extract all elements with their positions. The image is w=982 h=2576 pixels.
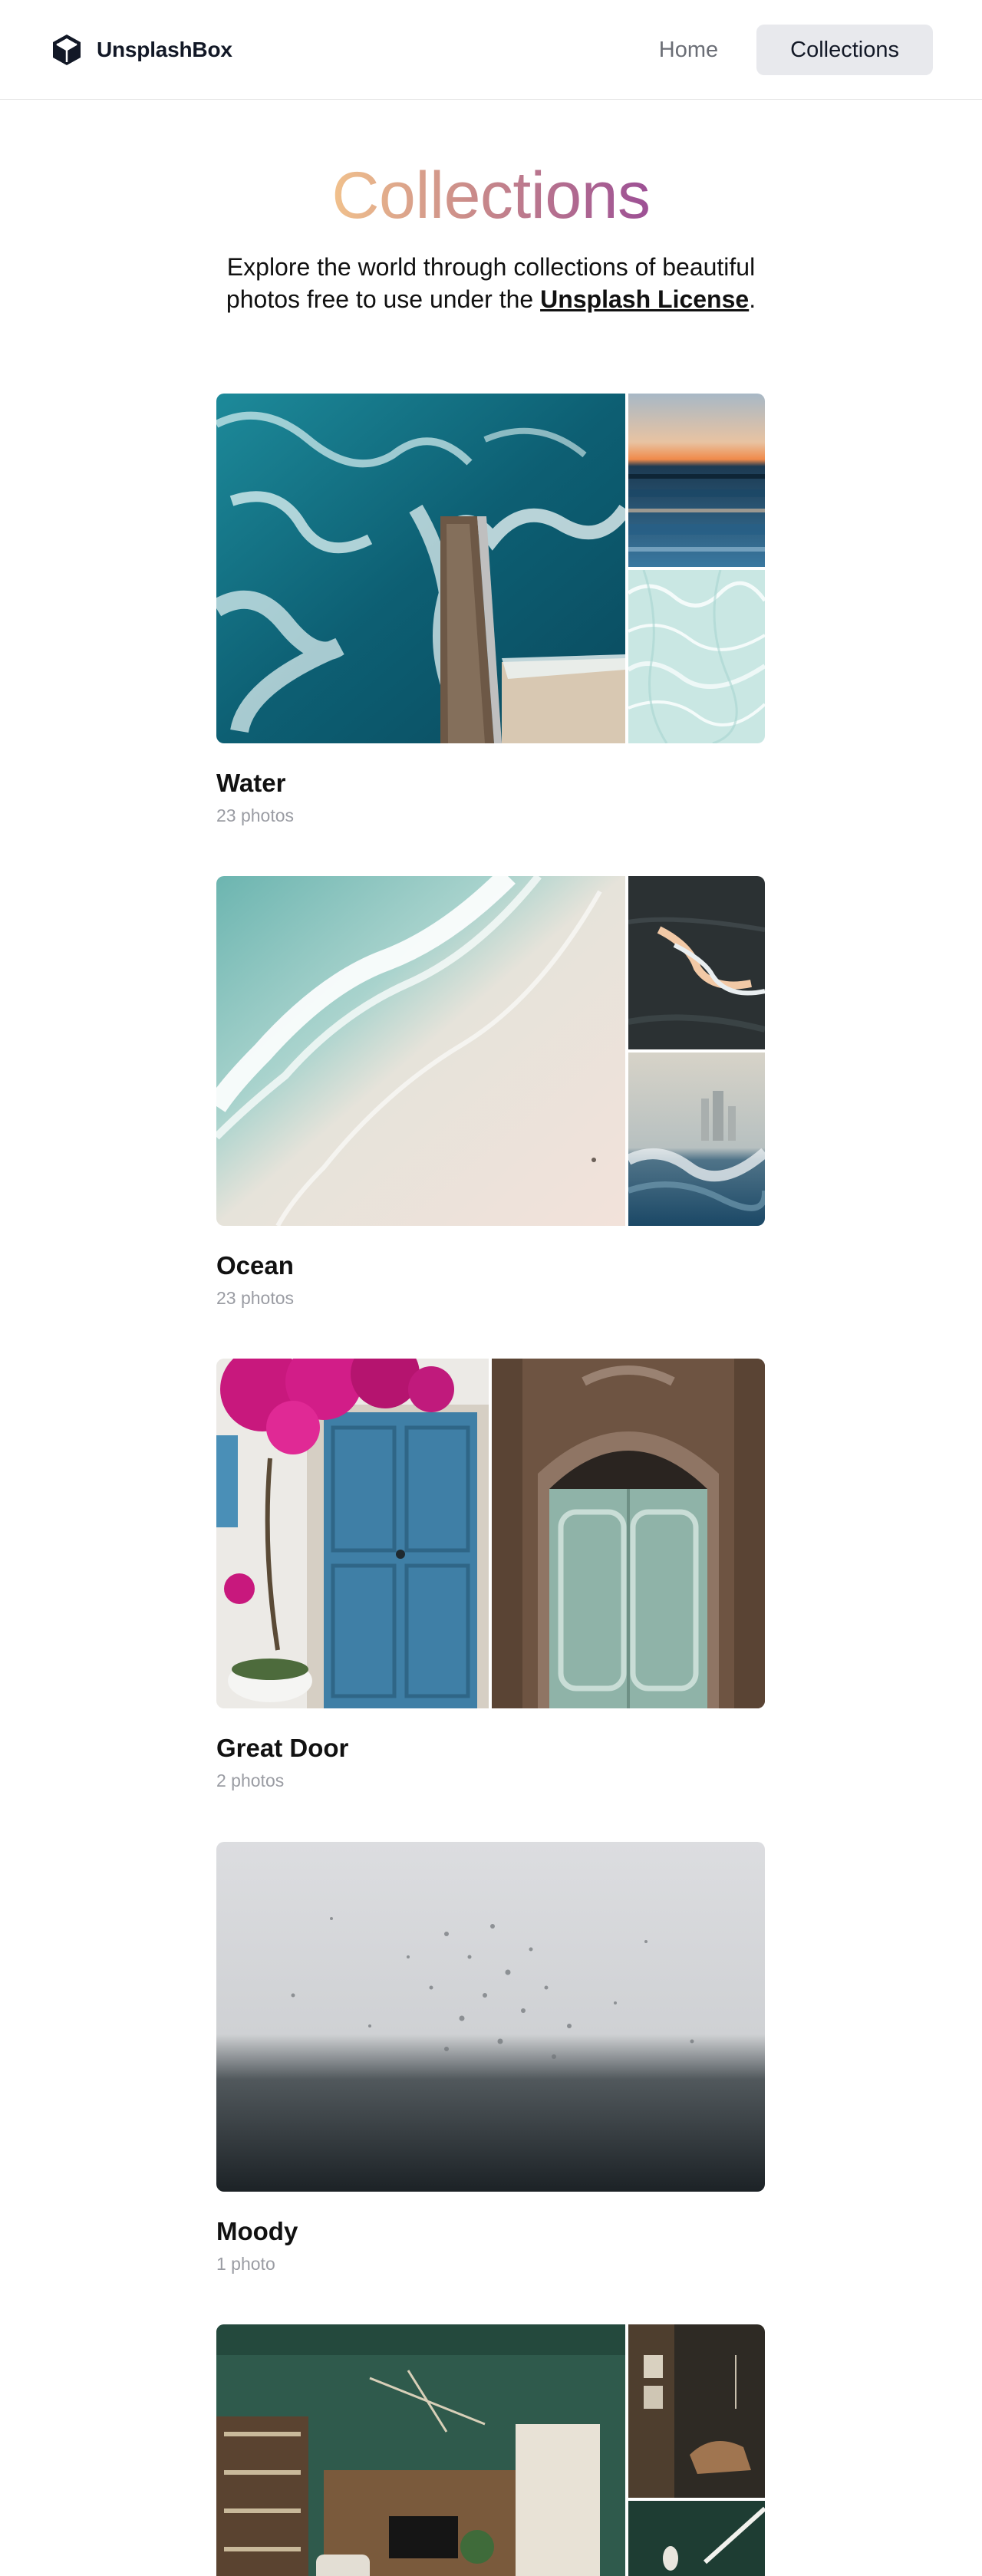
collection-card-moody[interactable]: Moody 1 photo: [216, 1842, 765, 2275]
page-title: Collections: [331, 159, 651, 232]
cube-logo-icon: [53, 35, 81, 65]
nav-home[interactable]: Home: [625, 25, 752, 75]
city-ocean-spray-photo: [628, 1052, 765, 1226]
logo-link[interactable]: UnsplashBox: [49, 32, 232, 68]
collection-photo-count: 2 photos: [216, 1771, 285, 1790]
collection-title[interactable]: Moody: [216, 2216, 765, 2247]
collection-mosaic[interactable]: [216, 2324, 765, 2576]
collection-mosaic[interactable]: [216, 876, 765, 1226]
green-living-room-photo: [216, 2324, 625, 2576]
collection-title[interactable]: Great Door: [216, 1733, 765, 1764]
ornate-green-door-photo: [492, 1359, 765, 1708]
collection-title[interactable]: Ocean: [216, 1250, 765, 1281]
nav-collections[interactable]: Collections: [756, 25, 933, 75]
collection-photo-count: 1 photo: [216, 2254, 275, 2274]
aerial-beach-wave-photo: [216, 876, 625, 1226]
hero-section: Collections Explore the world through co…: [0, 157, 982, 315]
clear-water-ripples-photo: [628, 570, 765, 743]
main-nav: Home Collections: [621, 25, 933, 75]
collection-mosaic[interactable]: [216, 1359, 765, 1708]
blue-door-bougainvillea-photo: [216, 1359, 489, 1708]
collection-card-interior[interactable]: [216, 2324, 765, 2576]
collection-card-water[interactable]: Water 23 photos: [216, 394, 765, 826]
site-header: UnsplashBox Home Collections: [0, 0, 982, 100]
collection-title[interactable]: Water: [216, 768, 765, 799]
dark-wave-crest-photo: [628, 876, 765, 1049]
rain-drops-window-photo: [216, 1842, 765, 2192]
collection-mosaic[interactable]: [216, 1842, 765, 2192]
collection-photo-count: 23 photos: [216, 805, 295, 825]
dark-interior-chair-photo: [628, 2324, 765, 2498]
sunset-sea-horizon-photo: [628, 394, 765, 567]
green-wall-lamp-photo: [628, 2501, 765, 2576]
aerial-sea-pier-photo: [216, 394, 625, 743]
unsplash-license-link[interactable]: Unsplash License: [540, 285, 749, 313]
logo-text: UnsplashBox: [97, 38, 232, 61]
collection-mosaic[interactable]: [216, 394, 765, 743]
subtitle-end: .: [749, 285, 756, 313]
page-subtitle: Explore the world through collections of…: [199, 251, 783, 315]
collection-card-great-door[interactable]: Great Door 2 photos: [216, 1359, 765, 1791]
collection-photo-count: 23 photos: [216, 1288, 295, 1308]
collection-card-ocean[interactable]: Ocean 23 photos: [216, 876, 765, 1309]
